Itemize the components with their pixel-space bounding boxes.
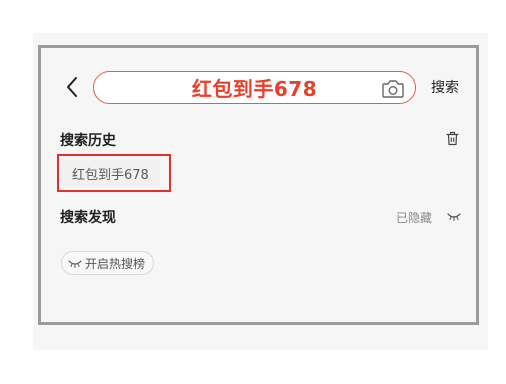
open-hot-list-label: 开启热搜榜 bbox=[85, 256, 146, 271]
trash-icon[interactable] bbox=[446, 131, 459, 146]
search-input[interactable]: 红包到手678 bbox=[93, 71, 416, 104]
discover-title: 搜索发现 bbox=[60, 210, 116, 226]
history-item[interactable]: 红包到手678 bbox=[61, 160, 160, 187]
search-button[interactable]: 搜索 bbox=[431, 77, 459, 97]
hidden-status: 已隐藏 bbox=[396, 211, 433, 225]
open-hot-list-button[interactable]: 开启热搜榜 bbox=[61, 251, 155, 275]
history-title: 搜索历史 bbox=[60, 133, 116, 149]
camera-icon[interactable] bbox=[381, 78, 405, 99]
search-page: 红包到手678 搜索 搜索历史 红包到手678 搜索发现 已隐藏 开启热搜榜 bbox=[38, 45, 479, 325]
eye-closed-icon[interactable] bbox=[447, 211, 461, 221]
chevron-left-icon[interactable] bbox=[65, 76, 79, 98]
search-input-value: 红包到手678 bbox=[191, 77, 318, 101]
eye-closed-icon bbox=[68, 260, 82, 268]
